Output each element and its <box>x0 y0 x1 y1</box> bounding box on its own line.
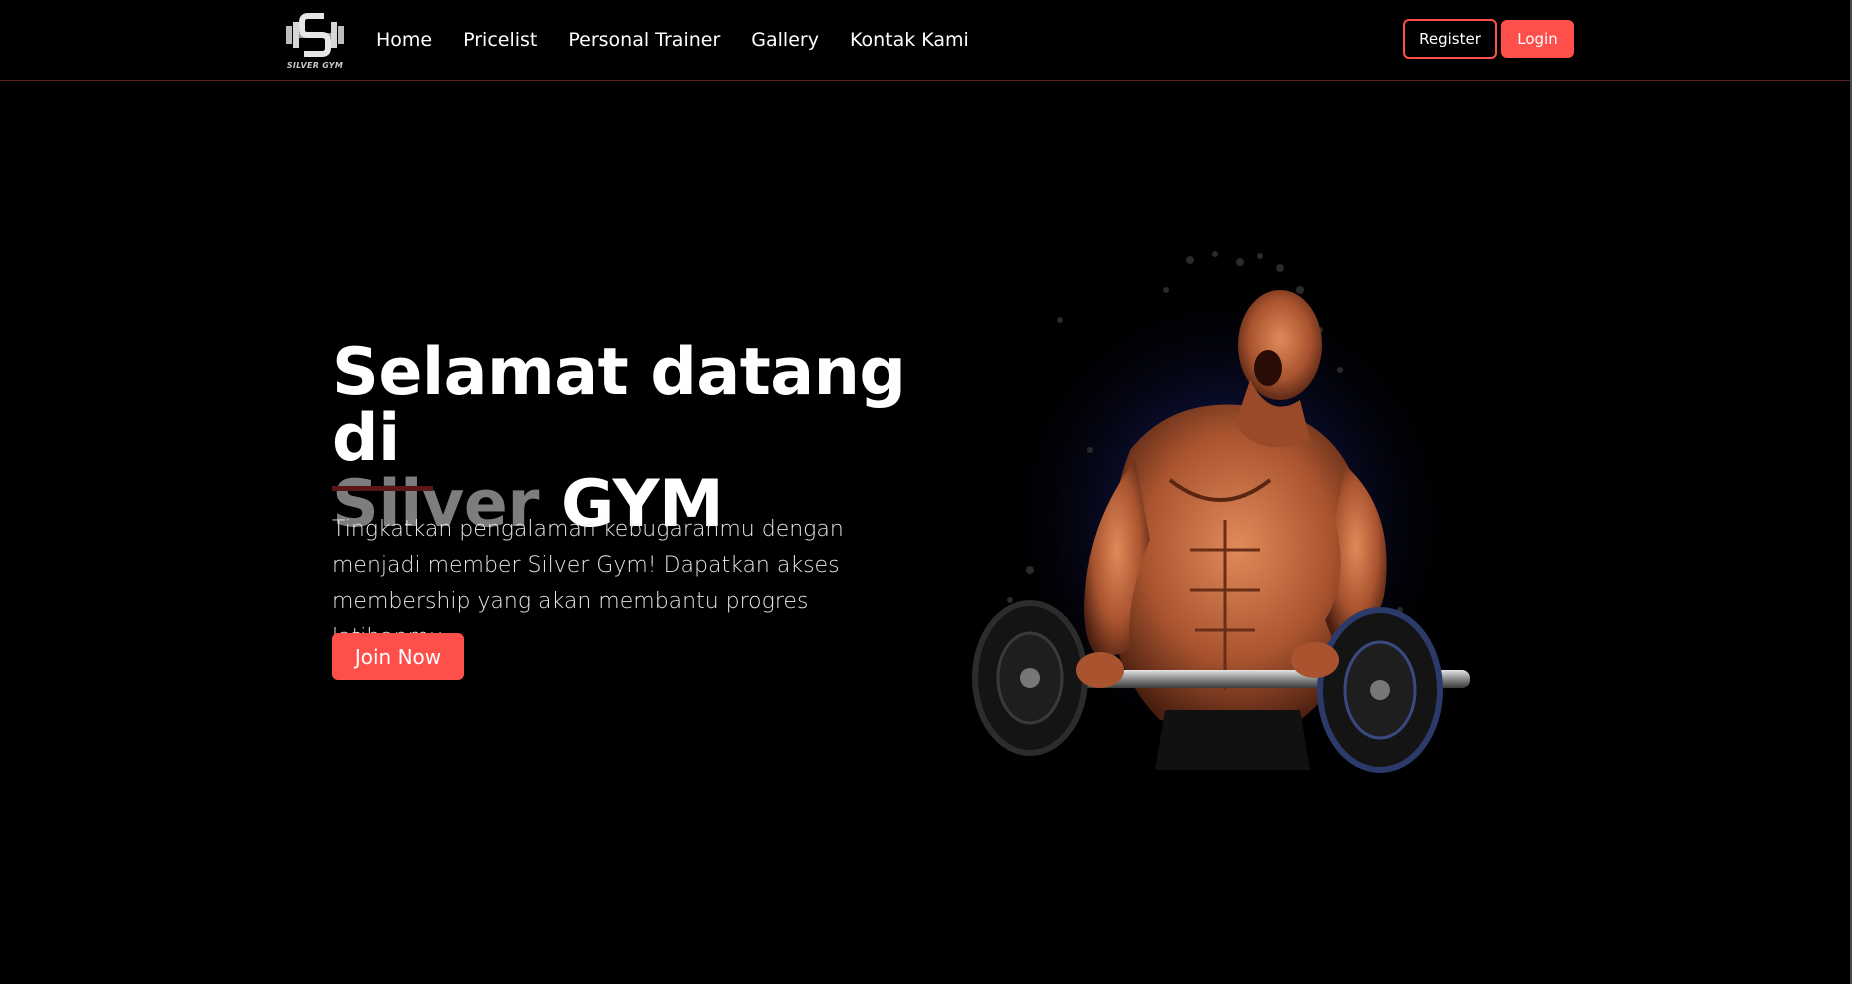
top-navbar: SILVER GYM Home Pricelist Personal Train… <box>0 0 1852 81</box>
nav-links: Home Pricelist Personal Trainer Gallery … <box>376 26 1000 54</box>
silver-gym-logo[interactable]: SILVER GYM <box>284 10 346 70</box>
register-button[interactable]: Register <box>1403 19 1497 59</box>
hero-title: Selamat datang di Silver GYM <box>332 340 932 538</box>
nav-home[interactable]: Home <box>376 26 432 54</box>
join-now-button[interactable]: Join Now <box>332 633 464 680</box>
logo-caption: SILVER GYM <box>286 61 344 70</box>
nav-personal-trainer[interactable]: Personal Trainer <box>568 26 720 54</box>
landing-page: SILVER GYM Home Pricelist Personal Train… <box>0 0 1852 984</box>
dumbbell-s-logo-icon <box>286 13 344 57</box>
nav-gallery[interactable]: Gallery <box>751 26 819 54</box>
title-underline <box>332 486 433 491</box>
login-button[interactable]: Login <box>1501 20 1574 58</box>
bodybuilder-barbell-illustration-icon <box>972 251 1470 773</box>
nav-kontak-kami[interactable]: Kontak Kami <box>850 26 969 54</box>
nav-pricelist[interactable]: Pricelist <box>463 26 537 54</box>
hero-title-line1: Selamat datang di <box>332 335 906 476</box>
